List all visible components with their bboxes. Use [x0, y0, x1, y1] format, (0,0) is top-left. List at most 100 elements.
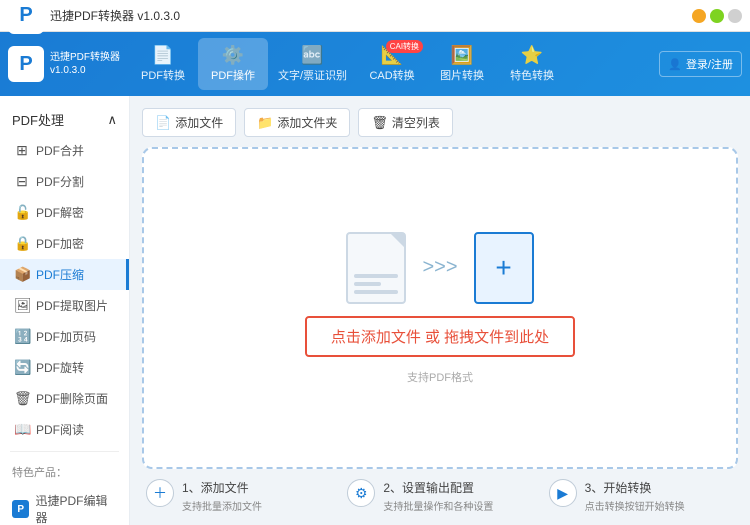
- sidebar-item-pdf-merge[interactable]: ⊞ PDF合并: [0, 135, 129, 166]
- sidebar-item-pdf-read[interactable]: 📖 PDF阅读: [0, 414, 129, 445]
- toolbar: 📄 添加文件 📁 添加文件夹 🗑 清空列表: [142, 108, 738, 137]
- pdf-operate-icon: ⚙️: [222, 46, 244, 64]
- clear-list-button[interactable]: 🗑 清空列表: [358, 108, 453, 137]
- nav-app-name: 迅捷PDF转换器: [50, 51, 120, 64]
- main-layout: PDF处理 ∧ ⊞ PDF合并 ⊟ PDF分割 🔓 PDF解密 🔒 PDF加密 …: [0, 96, 750, 525]
- step-1-content: 1、添加文件 支持批量添加文件: [182, 479, 262, 513]
- ocr-icon: 🔤: [301, 46, 323, 64]
- add-folder-label: 添加文件夹: [277, 114, 337, 131]
- nav-logo-text: 迅捷PDF转换器 v1.0.3.0: [50, 51, 120, 77]
- drop-zone-main-text: 点击添加文件 或 拖拽文件到此处: [305, 316, 575, 357]
- drop-zone-sub-text: 支持PDF格式: [407, 369, 473, 385]
- doc-line-2: [354, 282, 380, 286]
- pdf-compress-icon: 📦: [14, 266, 30, 283]
- pdf-operate-label: PDF操作: [211, 67, 255, 83]
- title-bar: P 迅捷PDF转换器 v1.0.3.0: [0, 0, 750, 32]
- pdf-decrypt-label: PDF解密: [36, 204, 84, 221]
- nav-item-pdf-operate[interactable]: ⚙️ PDF操作: [198, 38, 268, 90]
- sidebar-item-pdf-extract[interactable]: 🖼 PDF提取图片: [0, 290, 129, 321]
- pdf-delete-label: PDF删除页面: [36, 390, 108, 407]
- step-2-content: 2、设置输出配置 支持批量操作和各种设置: [383, 479, 493, 513]
- sidebar-item-pdf-delete[interactable]: 🗑 PDF删除页面: [0, 383, 129, 414]
- login-button[interactable]: 👤 登录/注册: [659, 51, 742, 77]
- pdf-compress-label: PDF压缩: [36, 266, 84, 283]
- nav-logo-icon: P: [8, 46, 44, 82]
- window-controls[interactable]: [692, 9, 742, 23]
- nav-item-img-convert[interactable]: 🖼️ 图片转换: [427, 38, 497, 90]
- pdf-encrypt-label: PDF加密: [36, 235, 84, 252]
- sidebar-item-pdf-compress[interactable]: 📦 PDF压缩: [0, 259, 129, 290]
- step-2: ⚙ 2、设置输出配置 支持批量操作和各种设置: [347, 479, 532, 513]
- sidebar-item-pdf-decrypt[interactable]: 🔓 PDF解密: [0, 197, 129, 228]
- nav-item-pdf-convert[interactable]: 📄 PDF转换: [128, 38, 198, 90]
- nav-logo-letter: P: [19, 53, 32, 76]
- nav-items: 📄 PDF转换 ⚙️ PDF操作 🔤 文字/票证识别 CAI转换 📐 CAD转换…: [128, 38, 659, 90]
- close-button[interactable]: [728, 9, 742, 23]
- title-bar-left: P 迅捷PDF转换器 v1.0.3.0: [8, 0, 180, 34]
- pdf-rotate-label: PDF旋转: [36, 359, 84, 376]
- add-file-icon: 📄: [155, 115, 171, 131]
- app-title: 迅捷PDF转换器 v1.0.3.0: [50, 7, 180, 24]
- sidebar-title-text: PDF处理: [12, 110, 64, 129]
- login-label: 登录/注册: [686, 56, 733, 72]
- nav-right: 👤 登录/注册: [659, 51, 742, 77]
- add-folder-icon: 📁: [257, 115, 273, 131]
- pdf-extract-icon: 🖼: [14, 297, 30, 314]
- drop-zone-icons: >>> +: [346, 232, 533, 304]
- content-area: 📄 添加文件 📁 添加文件夹 🗑 清空列表 >>> +: [130, 96, 750, 525]
- pdf-rotate-icon: 🔄: [14, 359, 30, 376]
- arrow-right-icon: >>>: [422, 256, 457, 279]
- pdf-editor-product-label: 迅捷PDF编辑器: [35, 492, 117, 525]
- sidebar-product-pdf-editor[interactable]: P 迅捷PDF编辑器: [0, 486, 129, 525]
- top-nav: P 迅捷PDF转换器 v1.0.3.0 📄 PDF转换 ⚙️ PDF操作 🔤 文…: [0, 32, 750, 96]
- step-3-content: 3、开始转换 点击转换按钮开始转换: [585, 479, 685, 513]
- pdf-merge-icon: ⊞: [14, 142, 30, 159]
- nav-item-special[interactable]: ⭐ 特色转换: [497, 38, 567, 90]
- sidebar-item-pdf-rotate[interactable]: 🔄 PDF旋转: [0, 352, 129, 383]
- step-3-title: 3、开始转换: [585, 479, 685, 496]
- sidebar-products-title: 特色产品：: [0, 458, 129, 486]
- step-1-title: 1、添加文件: [182, 479, 262, 496]
- pdf-read-label: PDF阅读: [36, 421, 84, 438]
- pdf-encrypt-icon: 🔒: [14, 235, 30, 252]
- doc-line-1: [354, 274, 398, 278]
- sidebar-item-pdf-split[interactable]: ⊟ PDF分割: [0, 166, 129, 197]
- step-2-icon: ⚙: [347, 479, 375, 507]
- pdf-editor-product-icon: P: [12, 500, 29, 518]
- pdf-merge-label: PDF合并: [36, 142, 84, 159]
- sidebar-section-title: PDF处理 ∧: [0, 104, 129, 135]
- img-convert-icon: 🖼️: [451, 46, 473, 64]
- nav-item-cad[interactable]: CAI转换 📐 CAD转换: [357, 38, 427, 90]
- nav-logo: P 迅捷PDF转换器 v1.0.3.0: [8, 46, 120, 82]
- app-logo: P: [8, 0, 44, 34]
- clear-list-icon: 🗑: [371, 115, 388, 131]
- clear-list-label: 清空列表: [392, 114, 440, 131]
- add-folder-button[interactable]: 📁 添加文件夹: [244, 108, 350, 137]
- step-3: ▶ 3、开始转换 点击转换按钮开始转换: [549, 479, 734, 513]
- step-3-icon: ▶: [549, 479, 577, 507]
- step-1: ＋ 1、添加文件 支持批量添加文件: [146, 479, 331, 513]
- add-file-button[interactable]: 📄 添加文件: [142, 108, 236, 137]
- step-3-desc: 点击转换按钮开始转换: [585, 498, 685, 513]
- nav-item-ocr[interactable]: 🔤 文字/票证识别: [268, 38, 357, 90]
- source-doc-icon: [346, 232, 406, 304]
- step-2-title: 2、设置输出配置: [383, 479, 493, 496]
- pdf-watermark-icon: 🔢: [14, 328, 30, 345]
- img-convert-label: 图片转换: [440, 67, 484, 83]
- add-doc-icon: +: [474, 232, 534, 304]
- drop-zone[interactable]: >>> + 点击添加文件 或 拖拽文件到此处 支持PDF格式: [142, 147, 738, 469]
- minimize-button[interactable]: [692, 9, 706, 23]
- cad-badge: CAI转换: [386, 40, 423, 53]
- sidebar-divider: [10, 451, 119, 452]
- special-label: 特色转换: [510, 67, 554, 83]
- step-1-desc: 支持批量添加文件: [182, 498, 262, 513]
- step-2-desc: 支持批量操作和各种设置: [383, 498, 493, 513]
- pdf-split-icon: ⊟: [14, 173, 30, 190]
- add-file-label: 添加文件: [175, 114, 223, 131]
- nav-app-version: v1.0.3.0: [50, 64, 120, 77]
- pdf-delete-icon: 🗑: [14, 390, 30, 407]
- maximize-button[interactable]: [710, 9, 724, 23]
- sidebar-collapse-icon[interactable]: ∧: [107, 112, 117, 128]
- sidebar-item-pdf-watermark[interactable]: 🔢 PDF加页码: [0, 321, 129, 352]
- sidebar-item-pdf-encrypt[interactable]: 🔒 PDF加密: [0, 228, 129, 259]
